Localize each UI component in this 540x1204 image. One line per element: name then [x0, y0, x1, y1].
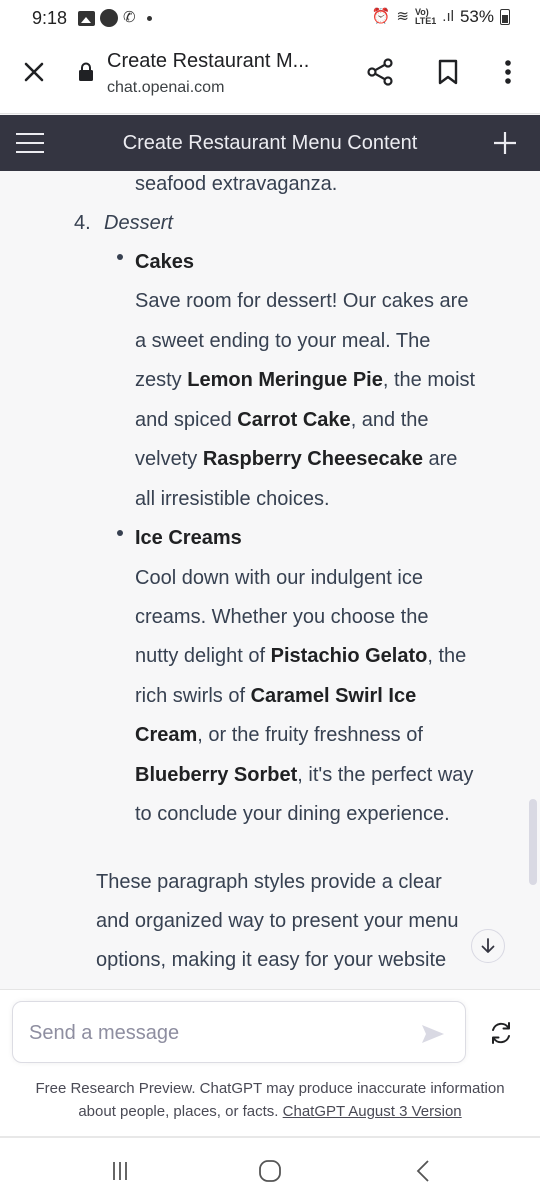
cakes-line: zesty Lemon Meringue Pie, the moist: [135, 369, 476, 391]
closing-line: These paragraph styles provide a clear: [96, 871, 442, 893]
more-notifications-icon: [146, 15, 152, 21]
ice-creams-line: nutty delight of Pistachio Gelato, the: [135, 645, 467, 667]
recents-icon: [113, 1162, 127, 1180]
cakes-line: Save room for dessert! Our cakes are: [135, 290, 469, 312]
wifi-icon: ≋: [396, 8, 409, 25]
send-button[interactable]: [419, 1020, 447, 1048]
battery-icon: [500, 9, 510, 25]
cakes-heading: Cakes: [135, 251, 194, 273]
ice-creams-line: Cool down with our indulgent ice: [135, 567, 423, 589]
home-button[interactable]: [250, 1156, 290, 1186]
page-title[interactable]: Create Restaurant M...: [107, 50, 309, 73]
arrow-down-icon: [481, 938, 495, 953]
ice-creams-line: rich swirls of Caramel Swirl Ice: [135, 685, 417, 707]
more-options-button[interactable]: [494, 56, 522, 88]
new-chat-button[interactable]: [490, 128, 520, 158]
url-host[interactable]: chat.openai.com: [107, 79, 224, 97]
network-label: Vo) LTE1: [414, 7, 437, 26]
version-link[interactable]: ChatGPT August 3 Version: [283, 1103, 462, 1120]
back-icon: [416, 1160, 429, 1182]
dish-carrot-cake: Carrot Cake: [237, 409, 351, 431]
scrollbar-thumb[interactable]: [529, 799, 537, 885]
lock-icon: [79, 62, 93, 81]
cakes-line: all irresistible choices.: [135, 488, 330, 510]
dish-raspberry-cheesecake: Raspberry Cheesecake: [202, 448, 423, 470]
message-input[interactable]: [29, 1020, 399, 1046]
back-button[interactable]: [404, 1156, 444, 1186]
browser-toolbar: Create Restaurant M... chat.openai.com: [0, 36, 540, 114]
dish-caramel-swirl-ice-cream: Caramel Swirl Ice: [250, 685, 417, 707]
close-tab-button[interactable]: [18, 56, 50, 88]
dish-blueberry-sorbet: Blueberry Sorbet: [135, 764, 298, 786]
scroll-to-bottom-button[interactable]: [471, 929, 505, 963]
recents-button[interactable]: [100, 1156, 140, 1186]
cakes-line: a sweet ending to your meal. The: [135, 330, 431, 352]
ice-creams-line: Cream, or the fruity freshness of: [135, 724, 423, 746]
signal-icon: .ıl: [442, 8, 454, 25]
dish-pistachio-gelato: Pistachio Gelato: [270, 645, 428, 667]
closing-line: options, making it easy for your website: [96, 949, 447, 971]
more-vert-icon: [505, 60, 511, 84]
chat-title: Create Restaurant Menu Content: [122, 132, 418, 154]
ice-creams-line: to conclude your dining experience.: [135, 803, 450, 825]
ice-creams-line: Blueberry Sorbet, it's the perfect way: [135, 764, 474, 786]
chat-message-area[interactable]: seafood extravaganza. 4. Dessert Cakes S…: [0, 171, 540, 989]
call-icon: ✆: [123, 9, 136, 26]
bullet-marker: [117, 530, 123, 536]
bullet-marker: [117, 254, 123, 260]
status-time: 9:18: [32, 8, 68, 28]
closing-line: and organized way to present your menu: [96, 910, 459, 932]
system-nav-bar: [0, 1136, 540, 1204]
message-input-box: [12, 1001, 466, 1063]
share-icon: [367, 58, 393, 86]
disclaimer: Free Research Preview. ChatGPT may produ…: [35, 1080, 505, 1120]
system-icons: ⏰ ≋ Vo) LTE1 .ıl 53%: [372, 7, 510, 27]
status-bar: 9:18 ✆ ⏰ ≋ Vo) LTE1 .ıl 53%: [0, 0, 540, 36]
message-text-line: seafood extravaganza.: [135, 173, 338, 195]
close-icon: [24, 62, 44, 82]
section-title: Dessert: [104, 212, 173, 234]
cakes-line: and spiced Carrot Cake, and the: [135, 409, 429, 431]
composer-area: Free Research Preview. ChatGPT may produ…: [0, 989, 540, 1136]
regenerate-button[interactable]: [486, 1018, 516, 1048]
chat-header: Create Restaurant Menu Content: [0, 115, 540, 171]
refresh-icon: [492, 1022, 510, 1044]
ice-creams-line: creams. Whether you choose the: [135, 606, 429, 628]
gallery-icon: [78, 10, 95, 26]
cakes-line: velvety Raspberry Cheesecake are: [135, 448, 458, 470]
home-icon: [259, 1160, 281, 1182]
whatsapp-icon: [100, 9, 118, 27]
dish-lemon-meringue-pie: Lemon Meringue Pie: [187, 369, 383, 391]
share-button[interactable]: [364, 56, 396, 88]
section-number: 4.: [74, 212, 91, 234]
send-icon: [422, 1025, 444, 1043]
alarm-icon: ⏰: [371, 8, 391, 25]
bookmark-icon: [438, 59, 458, 85]
plus-icon: [494, 132, 516, 154]
ice-creams-heading: Ice Creams: [135, 527, 242, 549]
bookmark-button[interactable]: [432, 56, 464, 88]
notification-icons: ✆: [78, 9, 152, 27]
battery-percent: 53%: [459, 7, 494, 26]
